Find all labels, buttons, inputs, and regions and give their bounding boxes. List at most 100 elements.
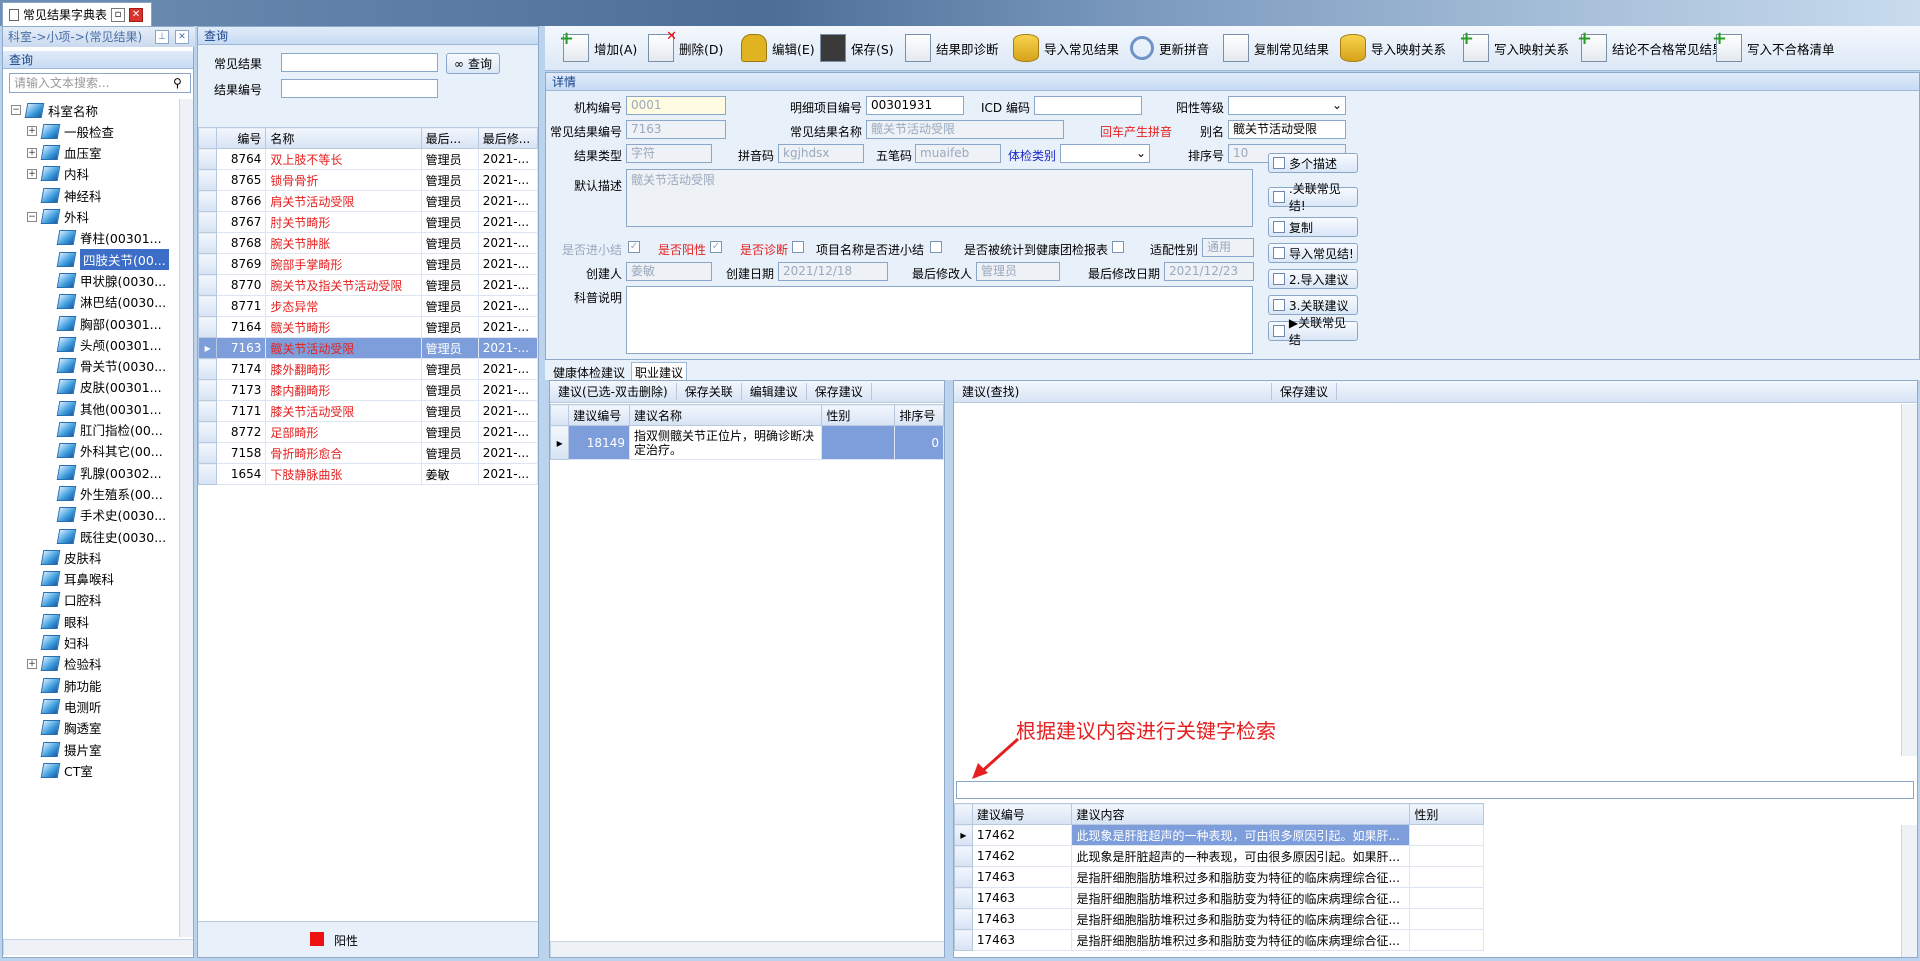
item-code-input[interactable]: 00301931: [866, 96, 964, 115]
col-modified-date[interactable]: 最后修...: [477, 127, 539, 149]
col-result-advice-content[interactable]: 建议内容: [1071, 803, 1411, 825]
tree-node[interactable]: 肛门指检(00...: [43, 419, 163, 441]
tree-node[interactable]: 既往史(0030...: [43, 525, 166, 547]
restore-icon[interactable]: ▫: [111, 7, 126, 22]
tree-horizontal-scrollbar[interactable]: [3, 939, 193, 955]
tree-node[interactable]: 皮肤科: [27, 546, 102, 568]
row-header[interactable]: [197, 232, 218, 254]
result-row[interactable]: 8769 腕部手掌畸形 管理员 2021-...: [197, 253, 539, 275]
stat-checkbox[interactable]: [1112, 241, 1124, 253]
creator-select[interactable]: 姜敏: [626, 262, 712, 281]
toolbar-button[interactable]: 导入映射关系: [1340, 32, 1446, 64]
modifier-select[interactable]: 管理员: [976, 262, 1060, 281]
exam-category-select[interactable]: ⌄: [1060, 144, 1150, 163]
document-tab[interactable]: 常见结果字典表 ▫ ✕: [2, 2, 152, 26]
col-advice-id[interactable]: 建议编号: [568, 404, 630, 426]
search-area-scrollbar[interactable]: [1901, 404, 1917, 756]
toolbar-button[interactable]: 编辑(E): [741, 32, 815, 64]
org-input[interactable]: 0001: [626, 96, 726, 115]
tree-node[interactable]: CT室: [27, 759, 93, 781]
advice-toolbar-button[interactable]: 保存建议: [807, 383, 872, 400]
result-input[interactable]: [281, 53, 438, 72]
result-type-select[interactable]: 字符: [626, 144, 712, 163]
result-row[interactable]: 7158 骨折畸形愈合 管理员 2021-...: [197, 442, 539, 464]
expand-icon[interactable]: +: [27, 658, 37, 669]
code-input[interactable]: [281, 79, 438, 98]
toolbar-button[interactable]: 复制常见结果: [1223, 32, 1329, 64]
tree-node[interactable]: 头颅(00301...: [43, 333, 162, 355]
result-row[interactable]: 1654 下肢静脉曲张 姜敏 2021-...: [197, 463, 539, 485]
row-header[interactable]: [954, 887, 973, 909]
tree-search-input[interactable]: 请输入文本搜索...: [9, 73, 191, 93]
row-header[interactable]: [197, 169, 218, 191]
modified-date-input[interactable]: 2021/12/23: [1164, 262, 1254, 281]
row-header[interactable]: [197, 316, 218, 338]
created-date-input[interactable]: 2021/12/18: [778, 262, 888, 281]
col-id[interactable]: 编号: [216, 127, 267, 149]
row-header[interactable]: ▸: [549, 425, 570, 460]
close-icon[interactable]: ✕: [129, 7, 144, 22]
collapse-icon[interactable]: −: [27, 211, 37, 222]
tree-node[interactable]: + 检验科: [27, 653, 102, 675]
advice-keyword-search-input[interactable]: [956, 781, 1914, 799]
tree-node[interactable]: 电测听: [27, 695, 102, 717]
advice-search-toolbar-button[interactable]: 保存建议: [1272, 383, 1338, 400]
tree-node[interactable]: 甲状腺(0030...: [43, 269, 166, 291]
collapse-icon[interactable]: −: [11, 105, 21, 115]
tree-node[interactable]: + 一般检查: [27, 120, 114, 142]
toolbar-button[interactable]: 导入常见结果: [1013, 32, 1119, 64]
tree-node[interactable]: 脊柱(00301...: [43, 227, 162, 249]
col-advice-name[interactable]: 建议名称: [628, 404, 823, 426]
row-header[interactable]: ▸: [197, 337, 218, 359]
result-row[interactable]: 8765 锁骨骨折 管理员 2021-...: [197, 169, 539, 191]
side-button[interactable]: 复制: [1268, 217, 1358, 237]
result-row[interactable]: 7173 膝内翻畸形 管理员 2021-...: [197, 379, 539, 401]
row-header[interactable]: [197, 379, 218, 401]
tree-node[interactable]: 其他(00301...: [43, 397, 162, 419]
toolbar-button[interactable]: 保存(S): [820, 32, 894, 64]
expand-icon[interactable]: +: [27, 126, 37, 137]
result-row[interactable]: 8768 腕关节肿胀 管理员 2021-...: [197, 232, 539, 254]
tree-node[interactable]: 外科其它(00...: [43, 440, 163, 462]
tree-node[interactable]: 乳腺(00302...: [43, 461, 162, 483]
pinyin-input[interactable]: kgjhdsx: [778, 144, 864, 163]
expand-icon[interactable]: +: [27, 147, 37, 158]
advice-result-row[interactable]: 17463 是指肝细胞脂肪堆积过多和脂肪变为特征的临床病理综合征...: [954, 866, 1484, 888]
toolbar-button[interactable]: 结果即诊断: [905, 32, 999, 64]
advice-toolbar-button[interactable]: 保存关联: [677, 383, 742, 400]
icd-input[interactable]: [1034, 96, 1142, 115]
tree-node[interactable]: 神经科: [27, 184, 102, 206]
science-textarea[interactable]: [626, 286, 1253, 354]
row-header[interactable]: [197, 442, 218, 464]
side-button[interactable]: 3.关联建议: [1268, 295, 1358, 315]
tree-node[interactable]: 淋巴结(0030...: [43, 291, 166, 313]
col-advice-order[interactable]: 排序号: [894, 404, 944, 426]
side-button[interactable]: 2.导入建议: [1268, 269, 1358, 289]
selected-advice-row[interactable]: ▸ 18149 指双侧髋关节正位片，明确诊断决定治疗。 0: [549, 425, 944, 460]
tree-node[interactable]: + 血压室: [27, 142, 102, 164]
row-header[interactable]: [197, 358, 218, 380]
close-pane-icon[interactable]: ✕: [175, 30, 189, 44]
tree-node[interactable]: 外生殖系(00...: [43, 482, 163, 504]
result-row[interactable]: 7171 膝关节活动受限 管理员 2021-...: [197, 400, 539, 422]
side-button[interactable]: ▶关联常见结: [1268, 316, 1358, 347]
tree-node[interactable]: 耳鼻喉科: [27, 568, 114, 590]
search-icon[interactable]: ⚲: [173, 76, 182, 90]
result-row[interactable]: 8767 肘关节畸形 管理员 2021-...: [197, 211, 539, 233]
row-header[interactable]: [197, 274, 218, 296]
advice-result-row[interactable]: 17462 此现象是肝脏超声的一种表现，可由很多原因引起。如果肝...: [954, 845, 1484, 867]
advice-result-scrollbar[interactable]: [1901, 825, 1917, 957]
tree-node[interactable]: 骨关节(0030...: [43, 355, 166, 377]
row-header[interactable]: [197, 211, 218, 233]
result-row[interactable]: 7174 膝外翻畸形 管理员 2021-...: [197, 358, 539, 380]
summary-checkbox[interactable]: ✓: [628, 241, 640, 253]
tab-occupational-advice[interactable]: 职业建议: [631, 362, 688, 382]
tree-node[interactable]: 摄片室: [27, 738, 102, 760]
toolbar-button[interactable]: 增加(A): [559, 28, 637, 64]
advice-result-row[interactable]: 17463 是指肝细胞脂肪堆积过多和脂肪变为特征的临床病理综合征...: [954, 908, 1484, 930]
tree-node[interactable]: − 科室名称: [11, 99, 98, 121]
tree-node[interactable]: + 内科: [27, 163, 89, 185]
result-code-input[interactable]: 7163: [626, 120, 726, 139]
gender-select[interactable]: 通用: [1202, 238, 1254, 257]
side-button[interactable]: 多个描述: [1268, 153, 1358, 173]
